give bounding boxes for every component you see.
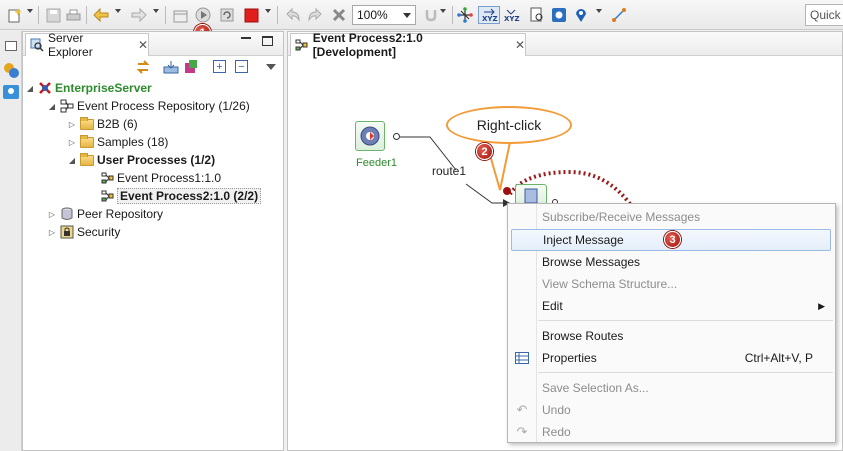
menu-item-label: Subscribe/Receive Messages bbox=[542, 210, 701, 224]
menu-item-label: Edit bbox=[542, 299, 563, 313]
step-2-badge: 2 bbox=[476, 143, 493, 160]
right-click-callout: Right-click bbox=[446, 106, 572, 144]
redo-icon: ↷ bbox=[516, 424, 528, 439]
menu-separator bbox=[538, 372, 833, 373]
menu-item-label: View Schema Structure... bbox=[542, 277, 678, 291]
menu-item-label: Browse Routes bbox=[542, 329, 624, 343]
menu-item-undo[interactable]: ↶ Undo bbox=[508, 399, 835, 421]
undo-icon: ↶ bbox=[516, 402, 528, 417]
menu-item-browse-messages[interactable]: Browse Messages bbox=[508, 251, 835, 273]
menu-item-shortcut: Ctrl+Alt+V, P bbox=[744, 351, 813, 365]
menu-item-browse-routes[interactable]: Browse Routes bbox=[508, 325, 835, 347]
properties-icon bbox=[514, 350, 530, 366]
menu-item-subscribe-receive[interactable]: Subscribe/Receive Messages bbox=[508, 206, 835, 228]
menu-item-label: Save Selection As... bbox=[542, 381, 649, 395]
click-point-marker bbox=[503, 187, 511, 195]
menu-item-label: Redo bbox=[542, 425, 571, 439]
menu-item-label: Inject Message bbox=[543, 233, 624, 247]
menu-item-save-selection[interactable]: Save Selection As... bbox=[508, 377, 835, 399]
menu-item-view-schema[interactable]: View Schema Structure... bbox=[508, 273, 835, 295]
menu-item-edit[interactable]: Edit ▶ bbox=[508, 295, 835, 317]
menu-item-label: Undo bbox=[542, 403, 571, 417]
menu-separator bbox=[538, 320, 833, 321]
menu-item-label: Browse Messages bbox=[542, 255, 641, 269]
menu-item-label: Properties bbox=[542, 351, 597, 365]
submenu-arrow-icon: ▶ bbox=[818, 300, 825, 311]
menu-item-redo[interactable]: ↷ Redo bbox=[508, 421, 835, 443]
step-3-badge: 3 bbox=[664, 231, 681, 248]
menu-item-properties[interactable]: Properties Ctrl+Alt+V, P bbox=[508, 347, 835, 369]
route-label: route1 bbox=[432, 164, 467, 178]
